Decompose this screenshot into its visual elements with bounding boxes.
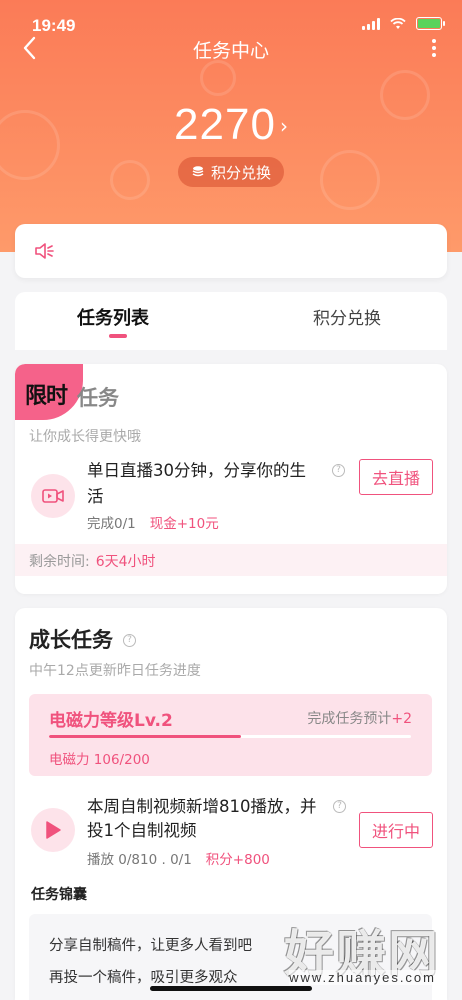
notice-bar[interactable] [15, 224, 447, 278]
video-task-title-line2: 投1个自制视频 [87, 821, 197, 840]
more-icon[interactable] [422, 36, 446, 60]
video-task-progress: 播放 0/810 . 0/1 [87, 852, 192, 868]
limited-card-subtitle: 让你成长得更快哦 [29, 429, 141, 445]
chevron-right-icon: › [279, 114, 288, 138]
level-meta: 电磁力 106/200 [49, 752, 150, 768]
nav-bar: 任务中心 [0, 30, 462, 66]
tab-bar: 任务列表 积分兑换 [15, 292, 447, 350]
level-hint: 完成任务预计+2 [307, 708, 412, 728]
wifi-icon [390, 17, 406, 29]
limited-badge-text: 限时 [25, 384, 68, 409]
level-name: 电磁力等级Lv.2 [49, 711, 173, 731]
remaining-label: 剩余时间: [29, 554, 90, 570]
growth-task-card: 成长任务 ? 中午12点更新昨日任务进度 电磁力等级Lv.2 完成任务预计+2 … [15, 608, 447, 1000]
level-hint-label: 完成任务预计 [307, 711, 392, 727]
tab-active-indicator [109, 334, 127, 338]
live-task-icon [31, 474, 75, 518]
video-task-icon [31, 808, 75, 852]
level-box[interactable]: 电磁力等级Lv.2 完成任务预计+2 电磁力 106/200 [29, 694, 432, 776]
remaining-time: 剩余时间: 6天4小时 [29, 551, 156, 571]
limited-badge: 限时 [15, 364, 83, 420]
coin-stack-icon [192, 166, 204, 177]
speaker-icon [35, 243, 54, 259]
kit-line-1: 分享自制稿件，让更多人看到吧 [49, 938, 252, 954]
in-progress-button[interactable]: 进行中 [359, 812, 433, 848]
points-value: 2270 [174, 100, 276, 149]
remaining-time-bar: 剩余时间: 6天4小时 [15, 544, 447, 576]
limited-task-card: 限时 任务 让你成长得更快哦 单日直播30分钟，分享你的生 活 ? 完成0/1 现… [15, 364, 447, 594]
live-task-progress: 完成0/1 [87, 516, 136, 532]
tab-task-list[interactable]: 任务列表 [77, 304, 149, 330]
growth-card-title: 成长任务 [29, 628, 113, 652]
go-live-button[interactable]: 去直播 [359, 459, 433, 495]
level-progress-bar [49, 735, 411, 738]
home-indicator[interactable] [150, 986, 312, 991]
play-icon [46, 821, 61, 839]
help-icon[interactable]: ? [332, 464, 345, 477]
video-task-title-line1: 本周自制视频新增810播放，并 [87, 797, 317, 816]
video-help-icon[interactable]: ? [333, 800, 346, 813]
battery-icon [416, 17, 445, 30]
video-task-reward: 积分+800 [205, 852, 270, 868]
signal-icon [362, 17, 380, 30]
live-task-title-line2: 活 [87, 487, 104, 506]
kit-line-2: 再投一个稿件，吸引更多观众 [49, 970, 238, 986]
video-camera-icon [42, 489, 64, 503]
live-task-reward: 现金+10元 [149, 516, 219, 532]
header: 19:49 任务中心 2270 › 积分兑换 [0, 0, 462, 252]
growth-help-icon[interactable]: ? [123, 634, 136, 647]
points-exchange-label: 积分兑换 [210, 163, 271, 182]
task-kit-label: 任务锦囊 [31, 887, 87, 903]
live-task-meta: 完成0/1 现金+10元 [87, 512, 219, 532]
level-progress-fill [49, 735, 241, 738]
status-icons [362, 17, 445, 30]
video-task-meta: 播放 0/810 . 0/1 积分+800 [87, 848, 270, 868]
growth-card-subtitle: 中午12点更新昨日任务进度 [29, 663, 201, 679]
points-exchange-button[interactable]: 积分兑换 [178, 157, 284, 187]
page-title: 任务中心 [192, 40, 269, 62]
tab-points-exchange[interactable]: 积分兑换 [313, 304, 381, 329]
remaining-value: 6天4小时 [95, 554, 156, 570]
level-hint-value: +2 [391, 711, 412, 727]
limited-card-title: 任务 [77, 386, 119, 410]
points-display[interactable]: 2270 › [0, 100, 462, 150]
live-task-title-line1: 单日直播30分钟，分享你的生 [87, 461, 306, 480]
